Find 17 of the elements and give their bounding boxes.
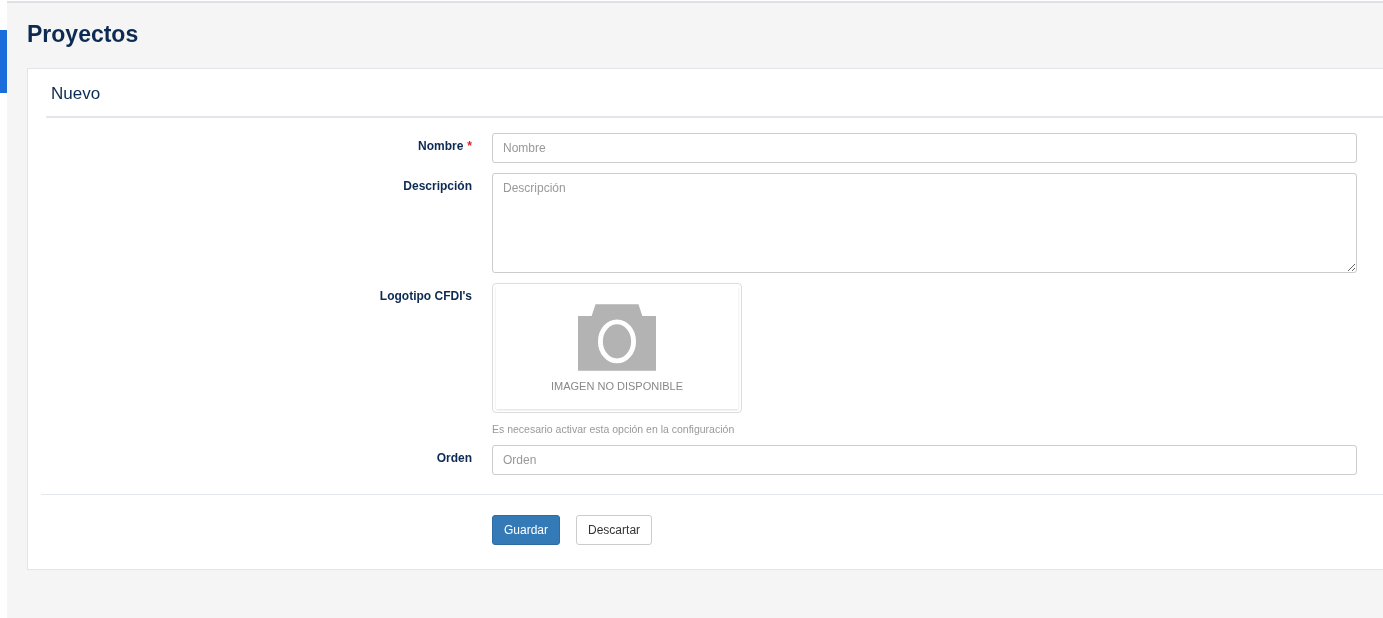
discard-button[interactable]: Descartar xyxy=(576,515,653,545)
field-label: Logotipo CFDI's xyxy=(379,288,472,303)
text-area[interactable]: Descripción xyxy=(492,173,1357,273)
sidebar-tab[interactable] xyxy=(0,30,7,93)
page-title: Proyectos xyxy=(27,20,140,49)
field-label: Descripción xyxy=(403,178,472,193)
required-mark: * xyxy=(467,139,472,153)
text-field[interactable]: Orden xyxy=(492,445,1357,475)
image-upload[interactable]: IMAGEN NO DISPONIBLE xyxy=(492,283,742,413)
card-title: Nuevo xyxy=(51,84,101,103)
image-placeholder-text: IMAGEN NO DISPONIBLE xyxy=(551,380,683,392)
camera-icon xyxy=(578,304,656,371)
field-label: Nombre xyxy=(418,138,464,153)
text-field[interactable]: Nombre xyxy=(492,133,1357,163)
save-button[interactable]: Guardar xyxy=(492,515,561,545)
help-text: Es necesario activar esta opción en la configuración xyxy=(492,423,735,435)
field-label: Orden xyxy=(436,450,472,465)
